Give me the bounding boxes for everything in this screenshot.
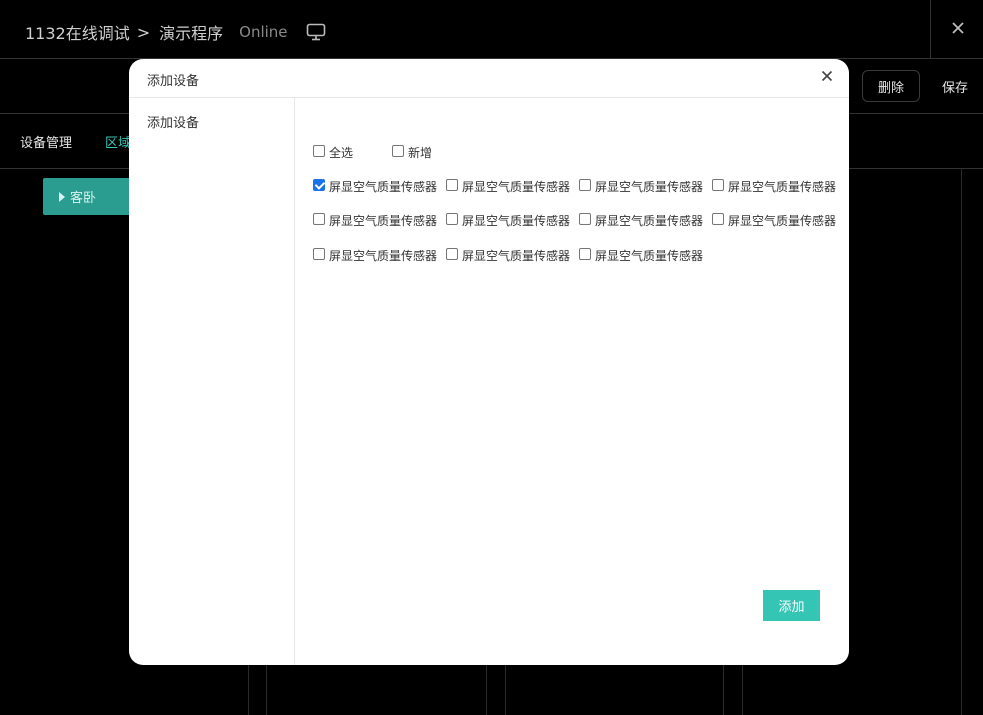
device-label: 屏显空气质量传感器 [728, 180, 837, 194]
delete-button[interactable]: 删除 [862, 70, 920, 102]
checkbox[interactable] [313, 179, 325, 191]
select-all-label: 全选 [329, 146, 354, 160]
window-close-button[interactable] [930, 0, 983, 58]
device-checkbox-item[interactable]: 屏显空气质量传感器 [712, 174, 836, 194]
device-label: 屏显空气质量传感器 [595, 249, 704, 263]
checkbox[interactable] [579, 248, 591, 260]
checkbox[interactable] [446, 248, 458, 260]
tab-device-management[interactable]: 设备管理 [20, 132, 72, 151]
monitor-icon[interactable] [306, 23, 326, 41]
breadcrumb: 1132在线调试 > 演示程序 Online [25, 20, 326, 44]
device-label: 屏显空气质量传感器 [728, 214, 837, 228]
dialog-close-button[interactable] [819, 69, 835, 85]
device-label: 屏显空气质量传感器 [462, 214, 571, 228]
device-checkbox-item[interactable]: 屏显空气质量传感器 [579, 243, 703, 263]
device-label: 屏显空气质量传感器 [329, 214, 438, 228]
add-device-dialog: 添加设备 添加设备 全选 新增 屏显空气质量传感器 屏显空气质量传感器 屏显空气质量… [129, 59, 849, 665]
checkbox[interactable] [313, 213, 325, 225]
checkbox[interactable] [446, 213, 458, 225]
device-checkbox-item[interactable]: 屏显空气质量传感器 [579, 174, 703, 194]
device-checkbox-item[interactable]: 屏显空气质量传感器 [313, 243, 437, 263]
checkbox[interactable] [313, 145, 325, 157]
sidebar-item-add-device[interactable]: 添加设备 [147, 112, 199, 131]
checkbox[interactable] [446, 179, 458, 191]
new-label: 新增 [408, 146, 433, 160]
checkbox[interactable] [579, 213, 591, 225]
top-bar: 1132在线调试 > 演示程序 Online [0, 0, 983, 59]
breadcrumb-project[interactable]: 1132在线调试 [25, 20, 130, 44]
device-checkbox-item[interactable]: 屏显空气质量传感器 [579, 208, 703, 228]
device-label: 屏显空气质量传感器 [595, 180, 704, 194]
device-label: 屏显空气质量传感器 [462, 249, 571, 263]
close-icon [951, 19, 965, 40]
add-button[interactable]: 添加 [763, 590, 820, 621]
close-icon [821, 66, 833, 87]
select-all-checkbox[interactable]: 全选 [313, 140, 353, 160]
new-checkbox[interactable]: 新增 [392, 140, 432, 160]
device-checkbox-item[interactable]: 屏显空气质量传感器 [446, 208, 570, 228]
device-label: 屏显空气质量传感器 [329, 180, 438, 194]
checkbox[interactable] [712, 213, 724, 225]
checkbox[interactable] [712, 179, 724, 191]
dialog-sidebar: 添加设备 [129, 98, 295, 665]
device-checkbox-item[interactable]: 屏显空气质量传感器 [446, 174, 570, 194]
save-button[interactable]: 保存 [932, 70, 978, 102]
device-checkbox-item[interactable]: 屏显空气质量传感器 [446, 243, 570, 263]
checkbox[interactable] [392, 145, 404, 157]
device-checkbox-item[interactable]: 屏显空气质量传感器 [313, 174, 437, 194]
room-chip[interactable]: 客卧 [43, 178, 135, 215]
breadcrumb-separator: > [136, 22, 151, 42]
device-label: 屏显空气质量传感器 [595, 214, 704, 228]
room-label: 客卧 [70, 191, 97, 206]
tab-area[interactable]: 区域 [105, 132, 131, 151]
breadcrumb-program: 演示程序 [159, 24, 224, 43]
device-checkbox-item[interactable]: 屏显空气质量传感器 [712, 208, 836, 228]
device-label: 屏显空气质量传感器 [462, 180, 571, 194]
column-divider [961, 168, 962, 715]
checkbox[interactable] [579, 179, 591, 191]
dialog-header: 添加设备 [129, 59, 849, 98]
dialog-body: 全选 新增 屏显空气质量传感器 屏显空气质量传感器 屏显空气质量传感器 屏显空气质量传… [295, 98, 849, 665]
checkbox[interactable] [313, 248, 325, 260]
device-label: 屏显空气质量传感器 [329, 249, 438, 263]
dialog-title: 添加设备 [147, 74, 200, 89]
device-checkbox-item[interactable]: 屏显空气质量传感器 [313, 208, 437, 228]
online-status: Online [239, 23, 288, 41]
triangle-right-icon [59, 191, 65, 202]
